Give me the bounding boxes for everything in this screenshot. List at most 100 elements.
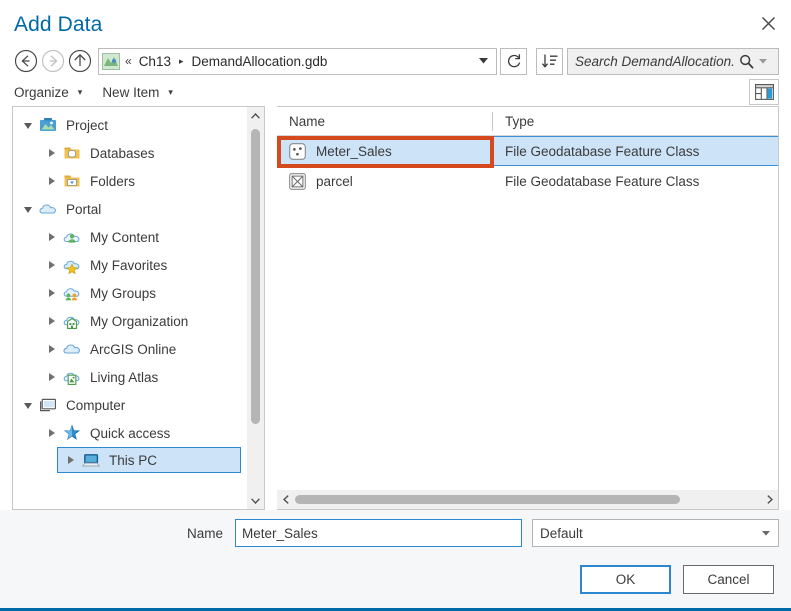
tree-item-label: Project <box>66 117 109 133</box>
tree-item-my-groups[interactable]: My Groups <box>13 279 247 307</box>
breadcrumb-item-0[interactable]: Ch13 <box>139 54 171 69</box>
scroll-right-icon[interactable] <box>761 495 778 504</box>
column-header-type[interactable]: Type <box>493 114 534 129</box>
arcgis-online-icon <box>61 340 83 358</box>
polygon-feature-class-icon <box>289 172 309 190</box>
chevron-down-glyph <box>251 497 260 504</box>
search-glyph <box>739 54 754 69</box>
close-glyph <box>761 16 775 30</box>
list-scroll-thumb[interactable] <box>295 495 681 504</box>
list-horizontal-scrollbar[interactable] <box>277 490 778 509</box>
tree-item-my-content[interactable]: My Content <box>13 223 247 251</box>
forward-arrow-icon[interactable] <box>39 48 66 75</box>
refresh-glyph <box>507 54 520 68</box>
table-row[interactable]: parcel File Geodatabase Feature Class <box>277 166 778 196</box>
expand-arrow-collapsed-icon[interactable] <box>43 261 61 269</box>
folders-icon <box>61 172 83 190</box>
name-input[interactable] <box>235 519 522 547</box>
my-groups-icon <box>61 284 83 302</box>
tree-item-my-favorites[interactable]: My Favorites <box>13 251 247 279</box>
triangle-down-glyph <box>24 207 32 213</box>
search-icon[interactable] <box>737 54 755 69</box>
my-organization-icon <box>61 312 83 330</box>
living-atlas-icon-glyph <box>63 372 80 385</box>
sort-descending-icon[interactable] <box>536 47 563 75</box>
tree-item-folders[interactable]: Folders <box>13 167 247 195</box>
tree-item-label: Folders <box>90 173 136 189</box>
tree-item-living-atlas[interactable]: Living Atlas <box>13 363 247 391</box>
breadcrumb-item-1[interactable]: DemandAllocation.gdb <box>192 54 328 69</box>
scroll-left-icon[interactable] <box>277 495 294 504</box>
back-glyph <box>14 49 37 73</box>
tree-item-label: My Groups <box>90 285 157 301</box>
breadcrumb-dropdown-icon[interactable] <box>472 49 494 74</box>
tree-vertical-scrollbar[interactable] <box>247 107 264 509</box>
databases-icon-glyph <box>64 147 80 159</box>
expand-arrow-collapsed-icon[interactable] <box>43 429 61 437</box>
close-icon[interactable] <box>745 3 791 43</box>
my-content-icon-glyph <box>63 233 80 243</box>
point-feature-class-icon <box>289 142 309 160</box>
chevron-down-icon: ▾ <box>77 86 83 97</box>
tree-item-computer[interactable]: Computer <box>13 391 247 419</box>
tree-item-databases[interactable]: Databases <box>13 139 247 167</box>
expand-arrow-collapsed-icon[interactable] <box>43 289 61 297</box>
new-item-menu-button[interactable]: New Item ▾ <box>102 85 173 100</box>
quick-access-icon <box>61 424 83 442</box>
back-arrow-icon[interactable] <box>12 48 39 75</box>
expand-arrow-collapsed-icon[interactable] <box>43 345 61 353</box>
name-label: Name <box>186 525 223 541</box>
expand-arrow-collapsed-icon[interactable] <box>43 373 61 381</box>
search-input[interactable] <box>575 53 737 69</box>
tree-item-this-pc[interactable]: This PC <box>57 447 241 473</box>
tree-item-label: Databases <box>90 145 155 161</box>
tree-item-portal[interactable]: Portal <box>13 195 247 223</box>
tree-item-arcgis-online[interactable]: ArcGIS Online <box>13 335 247 363</box>
table-row[interactable]: Meter_Sales File Geodatabase Feature Clas… <box>277 136 778 168</box>
ok-button[interactable]: OK <box>580 565 671 594</box>
breadcrumb-separator-icon[interactable]: ▸ <box>179 56 184 67</box>
expand-arrow-collapsed-icon[interactable] <box>43 177 61 185</box>
type-dropdown[interactable]: Default <box>532 519 779 547</box>
cell-name[interactable]: parcel <box>277 172 492 190</box>
expand-arrow-collapsed-icon[interactable] <box>62 456 80 464</box>
catalog-tree-panel: Project Databases Folders Portal My Content M… <box>12 106 265 510</box>
expand-arrow-collapsed-icon[interactable] <box>43 233 61 241</box>
chevron-up-glyph <box>251 112 260 119</box>
breadcrumb-overflow[interactable]: « <box>125 54 132 68</box>
tree-scroll-thumb[interactable] <box>251 129 260 424</box>
this-pc-icon <box>80 451 102 469</box>
refresh-icon[interactable] <box>500 47 527 75</box>
file-name-label: parcel <box>316 173 353 189</box>
expand-arrow-expanded-icon[interactable] <box>19 205 37 213</box>
triangle-right-glyph <box>49 289 55 297</box>
geodatabase-glyph <box>102 52 120 70</box>
tree-item-my-organization[interactable]: My Organization <box>13 307 247 335</box>
tree-item-quick-access[interactable]: Quick access <box>13 419 247 447</box>
view-layout-icon[interactable] <box>749 79 779 105</box>
expand-arrow-collapsed-icon[interactable] <box>43 317 61 325</box>
point-feature-class-glyph <box>289 142 306 160</box>
search-dropdown-icon[interactable] <box>755 58 771 64</box>
up-arrow-icon[interactable] <box>66 48 93 75</box>
expand-arrow-collapsed-icon[interactable] <box>43 149 61 157</box>
breadcrumb[interactable]: « Ch13 ▸ DemandAllocation.gdb <box>98 47 497 75</box>
triangle-right-glyph <box>68 456 74 464</box>
scroll-track[interactable] <box>294 490 761 509</box>
triangle-right-glyph <box>49 345 55 353</box>
type-dropdown-value: Default <box>540 525 583 541</box>
organize-menu-button[interactable]: Organize ▾ <box>14 85 82 100</box>
scroll-down-icon[interactable] <box>247 492 264 509</box>
column-header-name[interactable]: Name <box>277 114 492 129</box>
expand-arrow-expanded-icon[interactable] <box>19 121 37 129</box>
triangle-right-glyph <box>49 317 55 325</box>
my-content-icon <box>61 228 83 246</box>
search-box[interactable] <box>567 47 779 75</box>
tree-item-label: Portal <box>66 201 102 217</box>
scroll-up-icon[interactable] <box>247 107 264 124</box>
expand-arrow-expanded-icon[interactable] <box>19 401 37 409</box>
computer-icon-glyph <box>40 398 56 412</box>
cell-name[interactable]: Meter_Sales <box>277 142 492 160</box>
tree-item-project[interactable]: Project <box>13 111 247 139</box>
cancel-button[interactable]: Cancel <box>683 565 774 594</box>
